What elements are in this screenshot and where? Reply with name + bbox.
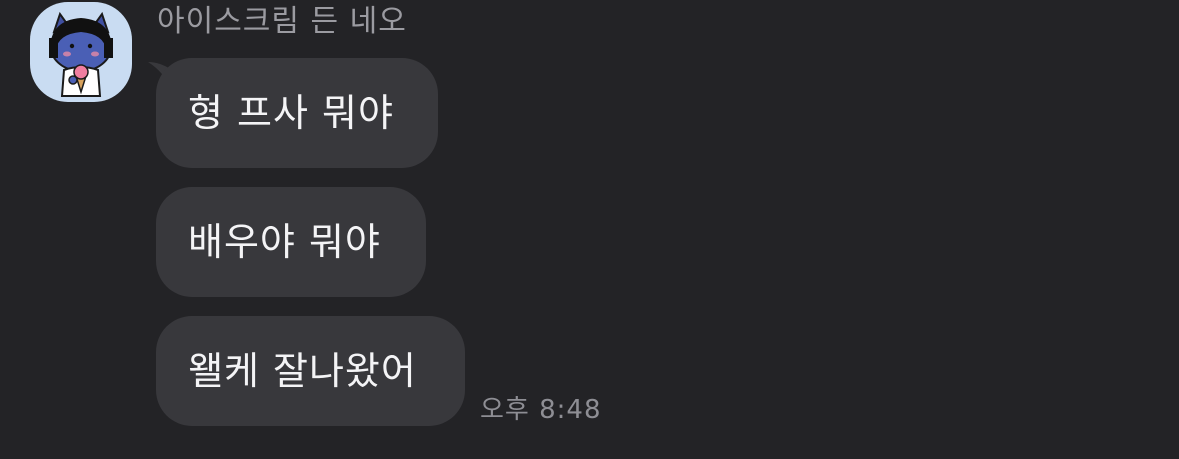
message-bubble[interactable]: 형 프사 뭐야 xyxy=(156,58,438,168)
message-text: 배우야 뭐야 xyxy=(188,220,381,264)
message-text: 왤케 잘나왔어 xyxy=(188,349,417,393)
message-bubble[interactable]: 왤케 잘나왔어 xyxy=(156,316,465,426)
neo-ice-cream-avatar-icon[interactable] xyxy=(30,2,132,102)
chat-thread: 아이스크림 든 네오 형 프사 뭐야 배우야 뭐야 왤케 잘나왔어 오후 8:4… xyxy=(0,0,1179,459)
sender-name: 아이스크림 든 네오 xyxy=(157,4,407,39)
message-text: 형 프사 뭐야 xyxy=(188,91,394,135)
message-timestamp: 오후 8:48 xyxy=(480,395,602,425)
message-bubble[interactable]: 배우야 뭐야 xyxy=(156,187,426,297)
